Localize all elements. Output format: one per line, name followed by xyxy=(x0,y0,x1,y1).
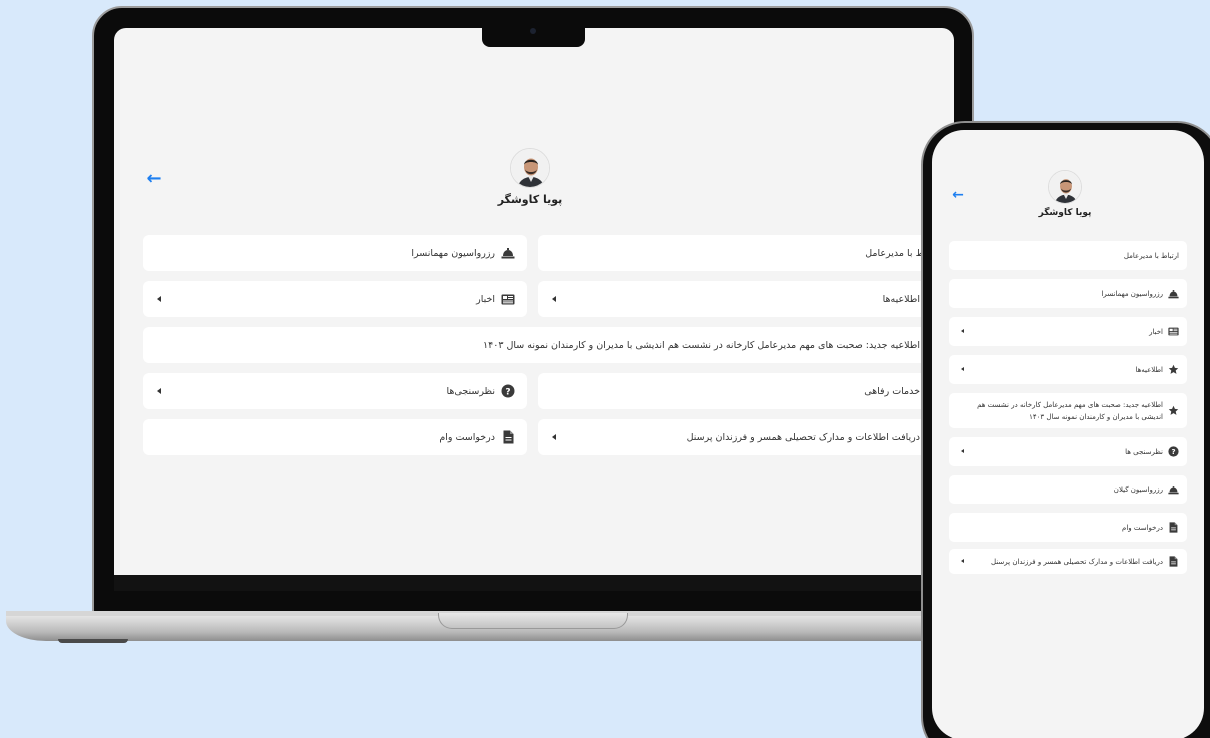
expand-caret-icon[interactable] xyxy=(157,296,161,302)
question-icon: ? xyxy=(501,384,515,398)
profile-name: پویا کاوشگر xyxy=(1038,208,1092,218)
profile-name: پویا کاوشگر xyxy=(497,193,563,206)
menu-item-label: درخواست وام xyxy=(439,431,495,443)
laptop-bezel xyxy=(114,575,954,591)
menu-item-announcements[interactable]: اطلاعیه‌ها xyxy=(538,281,952,317)
expand-caret-icon[interactable] xyxy=(157,388,161,394)
menu-item-label: ارتباط با مدیرعامل xyxy=(1123,251,1179,260)
star-icon xyxy=(1168,364,1179,375)
menu-item-gilan-reservation[interactable]: رزرواسیون گیلان xyxy=(949,475,1187,504)
menu-item-guesthouse-reservation[interactable]: رزرواسیون مهمانسرا xyxy=(949,279,1187,308)
question-icon: ? xyxy=(1168,446,1179,457)
expand-caret-icon[interactable] xyxy=(961,449,964,453)
menu-item-news[interactable]: اخبار xyxy=(143,281,527,317)
menu-item-surveys[interactable]: ? نظرسنجی‌ها xyxy=(143,373,527,409)
menu-item-label: دریافت اطلاعات و مدارک تحصیلی همسر و فرز… xyxy=(686,431,920,443)
menu-item-label: رزرواسیون مهمانسرا xyxy=(411,247,495,259)
menu-item-label: نظرسنجی‌ها xyxy=(446,385,495,397)
menu-item-label: اخبار xyxy=(1149,327,1163,336)
back-arrow-icon[interactable]: ← xyxy=(950,187,966,203)
laptop-screen: ← پویا کاوشگر ارتباط با مدیرعامل رزرواسی… xyxy=(114,28,954,575)
menu-item-welfare-services[interactable]: خدمات رفاهی xyxy=(538,373,952,409)
menu-item-announcements[interactable]: اطلاعیه‌ها xyxy=(949,355,1187,384)
menu-item-loan-request[interactable]: درخواست وام xyxy=(143,419,527,455)
expand-caret-icon[interactable] xyxy=(961,329,964,333)
star-icon xyxy=(1168,405,1179,416)
expand-caret-icon[interactable] xyxy=(961,559,964,563)
menu-item-label: اخبار xyxy=(476,293,495,305)
svg-text:?: ? xyxy=(505,387,510,397)
news-icon xyxy=(501,292,515,306)
bell-icon xyxy=(1168,288,1179,299)
menu-item-label: اطلاعیه جدید: صحبت های مهم مدیرعامل کارخ… xyxy=(977,400,1163,421)
menu-item-label: دریافت اطلاعات و مدارک تحصیلی همسر و فرز… xyxy=(991,557,1163,566)
menu-item-label: خدمات رفاهی xyxy=(864,385,920,397)
menu-item-guesthouse-reservation[interactable]: رزرواسیون مهمانسرا xyxy=(143,235,527,271)
menu-item-contact-ceo[interactable]: ارتباط با مدیرعامل xyxy=(538,235,952,271)
document-icon xyxy=(1168,556,1179,567)
menu-item-education-documents[interactable]: دریافت اطلاعات و مدارک تحصیلی همسر و فرز… xyxy=(949,549,1187,574)
expand-caret-icon[interactable] xyxy=(961,367,964,371)
menu-item-education-documents[interactable]: دریافت اطلاعات و مدارک تحصیلی همسر و فرز… xyxy=(538,419,952,455)
bell-icon xyxy=(501,246,515,260)
document-icon xyxy=(501,430,515,444)
phone-screen: ← پویا کاوشگر ارتباط با مدیرعامل رزرواسی… xyxy=(932,130,1204,738)
back-arrow-icon[interactable]: ← xyxy=(144,169,164,189)
menu-item-news[interactable]: اخبار xyxy=(949,317,1187,346)
expand-caret-icon[interactable] xyxy=(552,296,556,302)
avatar xyxy=(1048,170,1082,204)
menu-item-label: درخواست وام xyxy=(1121,523,1163,532)
laptop-opening-groove xyxy=(438,613,628,629)
laptop-foot xyxy=(58,639,128,643)
menu-item-label: اطلاعیه‌ها xyxy=(882,293,920,305)
document-icon xyxy=(1168,522,1179,533)
menu-item-new-announcement[interactable]: اطلاعیه جدید: صحبت های مهم مدیرعامل کارخ… xyxy=(143,327,952,363)
menu-item-label: اطلاعیه‌ها xyxy=(1135,365,1163,374)
bell-icon xyxy=(1168,484,1179,495)
svg-text:?: ? xyxy=(1171,447,1175,456)
avatar xyxy=(510,148,550,188)
menu-item-label: رزرواسیون گیلان xyxy=(1113,485,1163,494)
news-icon xyxy=(1168,326,1179,337)
expand-caret-icon[interactable] xyxy=(552,434,556,440)
camera-icon xyxy=(530,28,536,34)
menu-item-loan-request[interactable]: درخواست وام xyxy=(949,513,1187,542)
menu-item-contact-ceo[interactable]: ارتباط با مدیرعامل xyxy=(949,241,1187,270)
menu-item-label: اطلاعیه جدید: صحبت های مهم مدیرعامل کارخ… xyxy=(483,339,920,351)
menu-item-label: رزرواسیون مهمانسرا xyxy=(1101,289,1163,298)
menu-item-label: نظرسنجی ها xyxy=(1125,447,1163,456)
menu-item-new-announcement[interactable]: اطلاعیه جدید: صحبت های مهم مدیرعامل کارخ… xyxy=(949,393,1187,428)
menu-item-surveys[interactable]: ? نظرسنجی ها xyxy=(949,437,1187,466)
